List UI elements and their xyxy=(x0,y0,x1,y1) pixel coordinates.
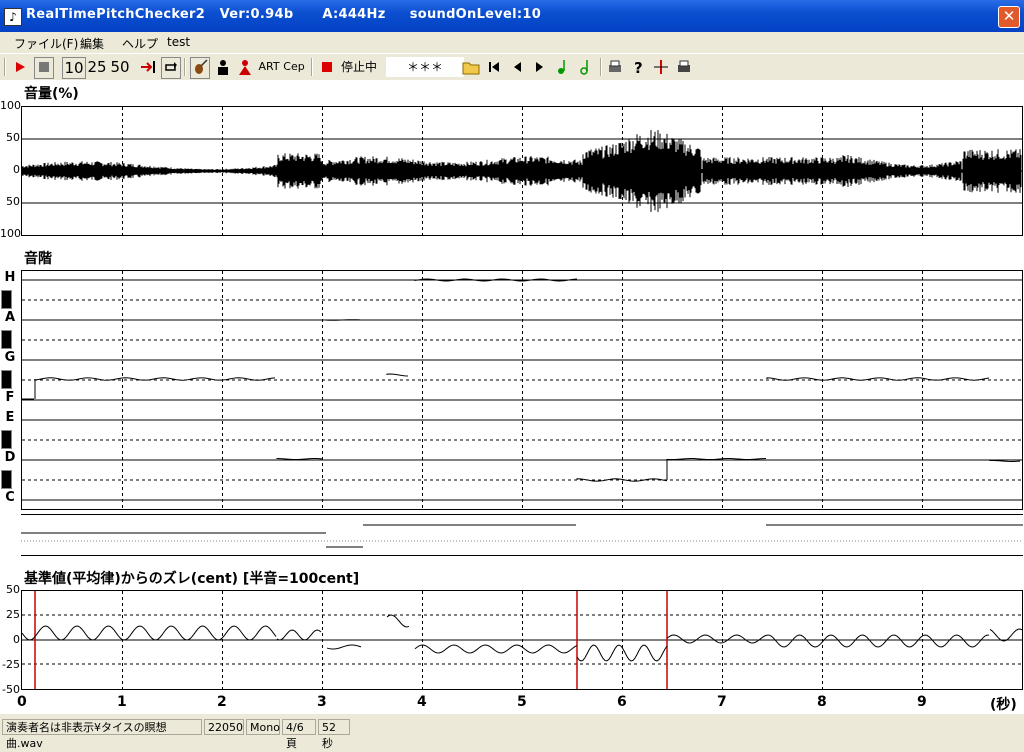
status-state: 停止中 xyxy=(340,60,377,74)
help-icon[interactable]: ? xyxy=(628,57,648,77)
menu-bar: ファイル(F) 編集 ヘルプ test xyxy=(0,32,1024,52)
x-axis-unit: (秒) xyxy=(990,697,1017,713)
x-tick-label: 3 xyxy=(317,694,327,710)
deviation-title: 基準値(平均律)からのズレ(cent) [半音=100cent] xyxy=(24,571,360,587)
main-area: 音量(%) 100 50 0 50 100 音階 HAGFEDC 基準値(平均律… xyxy=(0,80,1024,714)
menu-help[interactable]: ヘルプ xyxy=(122,35,158,52)
deviation-plot xyxy=(21,590,1023,690)
svg-text:?: ? xyxy=(634,59,643,77)
note-label: H xyxy=(4,270,16,285)
count-50-button[interactable]: 50 xyxy=(109,57,131,77)
cep-button[interactable]: Cep xyxy=(282,57,306,77)
art-button[interactable]: ART xyxy=(258,57,280,77)
first-page-icon[interactable] xyxy=(484,57,504,77)
count-25-button[interactable]: 25 xyxy=(86,57,108,77)
black-key-marker xyxy=(1,290,12,309)
dev-ytick: 0 xyxy=(13,633,20,646)
jump-end-icon[interactable] xyxy=(138,57,158,77)
player-icon[interactable] xyxy=(213,57,233,77)
black-key-marker xyxy=(1,330,12,349)
dev-ytick: 25 xyxy=(6,608,20,621)
x-tick-label: 6 xyxy=(617,694,627,710)
singer-icon[interactable] xyxy=(235,57,255,77)
note-green-icon[interactable] xyxy=(553,57,573,77)
status-file: 演奏者名は非表示¥タイスの瞑想曲.wav xyxy=(2,719,202,750)
record-stop-icon[interactable] xyxy=(317,57,337,77)
scale-plot xyxy=(21,270,1023,510)
menu-edit[interactable]: 編集 xyxy=(80,35,104,52)
window-title: RealTimePitchChecker2 Ver:0.94b A:444Hz … xyxy=(26,7,542,22)
current-note-display: ＊＊＊ xyxy=(386,57,464,77)
note-label: C xyxy=(5,490,15,505)
close-button[interactable]: ✕ xyxy=(998,6,1020,28)
volume-ytick: 100 xyxy=(0,227,21,240)
volume-ytick: 50 xyxy=(6,195,20,208)
status-rate: 22050 xyxy=(204,719,244,735)
status-bar: 演奏者名は非表示¥タイスの瞑想曲.wav 22050 Mono 4/6頁 52秒 xyxy=(0,716,1024,750)
note-label: G xyxy=(4,350,16,365)
x-tick-label: 4 xyxy=(417,694,427,710)
title-bar: ♪ RealTimePitchChecker2 Ver:0.94b A:444H… xyxy=(0,0,1024,32)
menu-test[interactable]: test xyxy=(167,35,190,49)
volume-ytick: 0 xyxy=(13,163,20,176)
toolbar: 10 25 50 ART Cep 停止中 ＊＊＊ ? xyxy=(0,53,1024,81)
dev-ytick: -25 xyxy=(2,658,20,671)
violin-icon[interactable] xyxy=(190,57,210,79)
volume-ytick: 100 xyxy=(0,99,21,112)
prev-page-icon[interactable] xyxy=(507,57,527,77)
print-setup-icon[interactable] xyxy=(674,57,694,77)
menu-file[interactable]: ファイル(F) xyxy=(14,35,78,52)
volume-plot xyxy=(21,106,1023,236)
loop-icon[interactable] xyxy=(161,57,181,79)
note-label: E xyxy=(5,410,15,425)
scale-title: 音階 xyxy=(24,251,52,267)
x-tick-label: 2 xyxy=(217,694,227,710)
status-duration: 52秒 xyxy=(318,719,350,750)
x-tick-label: 8 xyxy=(817,694,827,710)
status-channels: Mono xyxy=(246,719,280,735)
black-key-marker xyxy=(1,370,12,389)
volume-title: 音量(%) xyxy=(24,86,79,102)
x-tick-label: 7 xyxy=(717,694,727,710)
note-outline-icon[interactable] xyxy=(576,57,596,77)
print-icon[interactable] xyxy=(605,57,625,77)
volume-ytick: 50 xyxy=(6,131,20,144)
open-folder-icon[interactable] xyxy=(461,57,481,77)
app-icon: ♪ xyxy=(4,8,22,26)
note-label: A xyxy=(4,310,16,325)
x-tick-label: 5 xyxy=(517,694,527,710)
black-key-marker xyxy=(1,430,12,449)
note-label: F xyxy=(5,390,15,405)
x-tick-label: 0 xyxy=(17,694,27,710)
black-key-marker xyxy=(1,470,12,489)
play-icon[interactable] xyxy=(10,57,30,77)
marker-strip xyxy=(21,514,1023,556)
x-tick-label: 1 xyxy=(117,694,127,710)
x-tick-label: 9 xyxy=(917,694,927,710)
stop-icon[interactable] xyxy=(34,57,54,79)
next-page-icon[interactable] xyxy=(530,57,550,77)
split-icon[interactable] xyxy=(651,57,671,77)
status-page: 4/6頁 xyxy=(282,719,316,750)
dev-ytick: 50 xyxy=(6,583,20,596)
note-label: D xyxy=(4,450,16,465)
count-10-button[interactable]: 10 xyxy=(62,57,86,79)
